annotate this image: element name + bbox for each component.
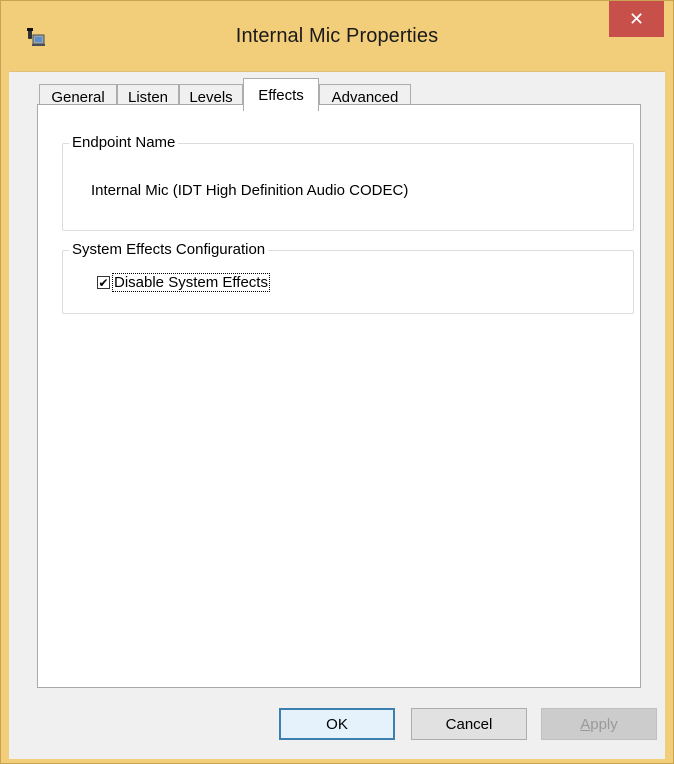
apply-button[interactable]: Apply: [541, 708, 657, 740]
system-effects-group: System Effects Configuration ✔ Disable S…: [62, 241, 634, 314]
endpoint-name-value: Internal Mic (IDT High Definition Audio …: [91, 182, 409, 199]
window-title: Internal Mic Properties: [235, 25, 439, 47]
apply-mnemonic: A: [580, 715, 591, 733]
endpoint-name-legend: Endpoint Name: [69, 134, 179, 151]
effects-tab-panel: Endpoint Name Internal Mic (IDT High Def…: [37, 104, 641, 688]
dialog-client-area: General Listen Levels Effects Advanced E…: [9, 71, 665, 759]
close-button[interactable]: ✕: [609, 1, 664, 37]
cancel-button[interactable]: Cancel: [411, 708, 527, 740]
disable-system-effects-label[interactable]: Disable System Effects: [112, 273, 270, 292]
close-icon: ✕: [628, 8, 645, 30]
system-effects-legend: System Effects Configuration: [69, 241, 269, 258]
disable-system-effects-option[interactable]: ✔ Disable System Effects: [97, 273, 270, 292]
checkmark-icon: ✔: [98, 275, 109, 290]
ok-button[interactable]: OK: [279, 708, 395, 740]
apply-label-rest: pply: [590, 715, 618, 733]
tab-effects[interactable]: Effects: [243, 78, 319, 111]
endpoint-name-group: Endpoint Name Internal Mic (IDT High Def…: [62, 134, 634, 231]
properties-dialog: Internal Mic Properties ✕ General Listen…: [0, 0, 674, 764]
disable-system-effects-checkbox[interactable]: ✔: [97, 276, 110, 289]
title-bar[interactable]: Internal Mic Properties ✕: [1, 1, 673, 71]
